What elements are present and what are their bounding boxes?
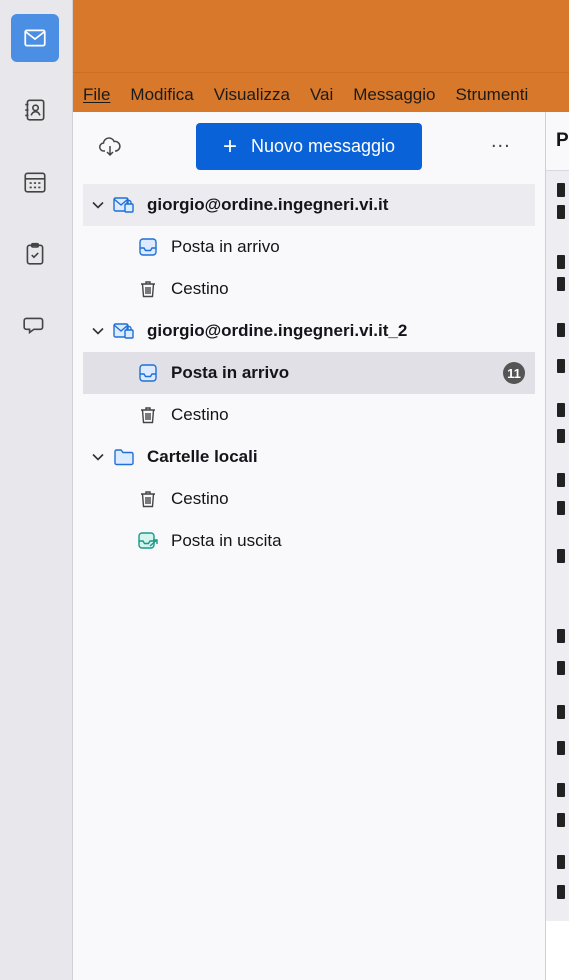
folder-item-selected[interactable]: Posta in arrivo 11 (83, 352, 535, 394)
message-row[interactable] (557, 783, 565, 797)
message-row[interactable] (557, 705, 565, 719)
message-list[interactable] (546, 171, 569, 921)
new-message-label: Nuovo messaggio (250, 136, 396, 156)
message-row[interactable] (557, 501, 565, 515)
message-row[interactable] (557, 473, 565, 487)
message-row[interactable] (557, 629, 565, 643)
menu-modifica[interactable]: Modifica (130, 85, 193, 113)
chevron-down-icon (92, 327, 104, 335)
menu-file[interactable]: File (83, 85, 110, 113)
account-row[interactable]: giorgio@ordine.ingegneri.vi.it (83, 184, 535, 226)
mail-space-button[interactable] (11, 14, 59, 62)
message-list-pane: P (546, 112, 569, 980)
inbox-icon (137, 236, 159, 258)
folder-label: Cestino (171, 279, 229, 298)
menu-vai[interactable]: Vai (310, 85, 333, 113)
spaces-toolbar (0, 0, 73, 980)
folder-item[interactable]: Cestino (83, 394, 535, 436)
calendar-icon (24, 172, 46, 193)
more-options-button[interactable]: ... (491, 130, 511, 153)
inbox-icon (137, 362, 159, 384)
folder-pane-header: + Nuovo messaggio ... (73, 112, 545, 182)
message-row[interactable] (557, 885, 565, 899)
local-folders-row[interactable]: Cartelle locali (83, 436, 535, 478)
message-row[interactable] (557, 429, 565, 443)
title-bar (73, 0, 569, 72)
message-row[interactable] (557, 813, 565, 827)
chevron-down-icon (92, 453, 104, 461)
plus-icon: + (222, 132, 237, 160)
folder-label: Posta in arrivo (171, 237, 280, 256)
message-row[interactable] (557, 661, 565, 675)
trash-icon (137, 404, 159, 426)
account-name: giorgio@ordine.ingegneri.vi.it (147, 195, 389, 214)
address-book-icon (25, 99, 45, 121)
message-row[interactable] (557, 255, 565, 269)
get-messages-button[interactable] (95, 132, 125, 162)
message-row[interactable] (557, 205, 565, 219)
folder-icon (113, 446, 135, 468)
account-name: Cartelle locali (147, 447, 258, 466)
envelope-icon (24, 29, 46, 47)
menu-visualizza[interactable]: Visualizza (214, 85, 290, 113)
unread-count-badge: 11 (503, 362, 525, 384)
folder-item[interactable]: Posta in arrivo (83, 226, 535, 268)
account-mail-icon (113, 320, 135, 342)
tasks-space-button[interactable] (11, 230, 59, 278)
menu-messaggio[interactable]: Messaggio (353, 85, 435, 113)
folder-pane: + Nuovo messaggio ... giorgio@ordine.ing… (73, 112, 545, 980)
message-row[interactable] (557, 359, 565, 373)
message-row[interactable] (557, 183, 565, 197)
message-row[interactable] (557, 549, 565, 563)
message-row[interactable] (557, 277, 565, 291)
message-row[interactable] (557, 403, 565, 417)
new-message-button[interactable]: + Nuovo messaggio (196, 123, 422, 170)
folder-item[interactable]: Posta in uscita (83, 520, 535, 562)
menu-strumenti[interactable]: Strumenti (455, 85, 528, 113)
folder-item[interactable]: Cestino (83, 478, 535, 520)
folder-item[interactable]: Cestino (83, 268, 535, 310)
cloud-download-icon (99, 137, 121, 157)
trash-icon (137, 278, 159, 300)
message-row[interactable] (557, 741, 565, 755)
outbox-icon (137, 530, 159, 552)
address-book-space-button[interactable] (11, 86, 59, 134)
folder-label: Posta in arrivo (171, 363, 290, 382)
account-mail-icon (113, 194, 135, 216)
trash-icon (137, 488, 159, 510)
chat-icon (23, 317, 44, 335)
account-name: giorgio@ordine.ingegneri.vi.it_2 (147, 321, 408, 340)
message-row[interactable] (557, 855, 565, 869)
tasks-icon (26, 242, 44, 265)
folder-label: Posta in uscita (171, 531, 282, 550)
chat-space-button[interactable] (11, 302, 59, 350)
folder-label: Cestino (171, 405, 229, 424)
menu-bar: File Modifica Visualizza Vai Messaggio S… (73, 72, 569, 113)
chevron-down-icon (92, 201, 104, 209)
message-list-header-text: P (556, 130, 569, 151)
account-row[interactable]: giorgio@ordine.ingegneri.vi.it_2 (83, 310, 535, 352)
message-row[interactable] (557, 323, 565, 337)
message-list-header: P (546, 112, 569, 171)
calendar-space-button[interactable] (11, 158, 59, 206)
folder-label: Cestino (171, 489, 229, 508)
